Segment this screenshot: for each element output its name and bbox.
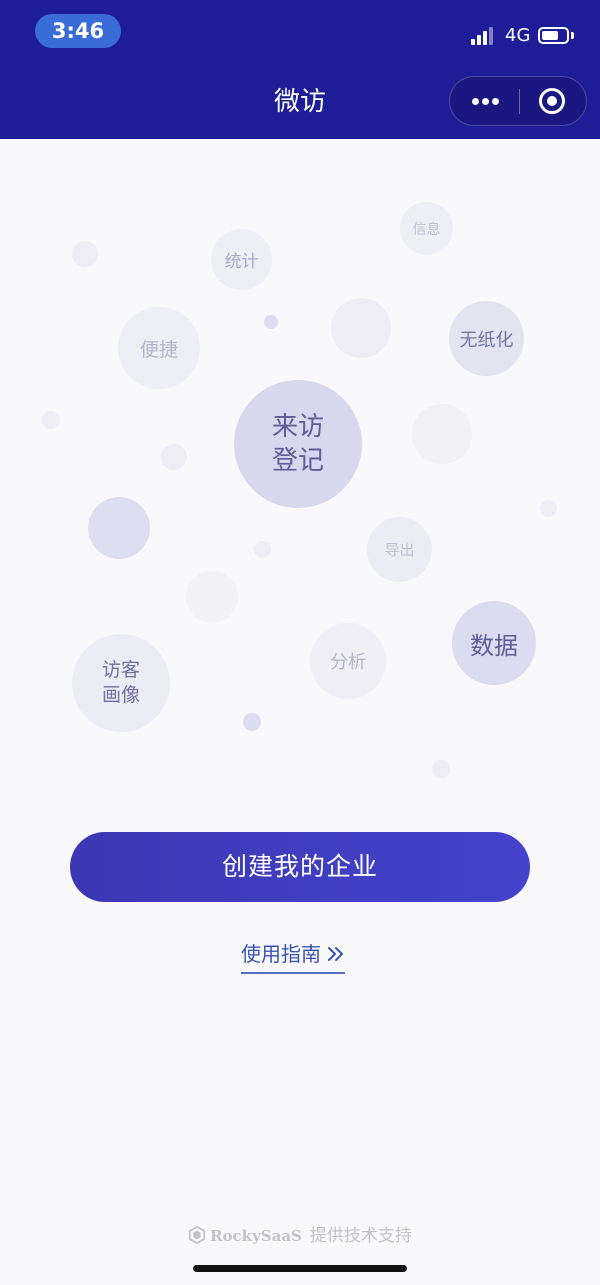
decor-bubble bbox=[72, 241, 98, 267]
double-chevron-right-icon bbox=[327, 940, 345, 968]
decor-bubble bbox=[432, 760, 450, 778]
footer-text: 提供技术支持 bbox=[309, 1226, 412, 1246]
decor-bubble bbox=[331, 298, 391, 358]
user-guide-link[interactable]: 使用指南 bbox=[241, 940, 345, 974]
bubble-convenient: 便捷 bbox=[118, 307, 200, 389]
decor-bubble bbox=[186, 571, 238, 623]
navigation-bar: 3:46 4G 微访 bbox=[0, 0, 600, 139]
screen: 3:46 4G 微访 信息 统计 便捷 无纸化 来访 登记 导出 数据 分析 访… bbox=[0, 0, 600, 1285]
rockysaas-logo-icon bbox=[188, 1226, 206, 1244]
close-target-icon[interactable] bbox=[520, 77, 586, 125]
status-time: 3:46 bbox=[35, 14, 121, 48]
mini-program-capsule bbox=[449, 76, 587, 126]
decor-bubble bbox=[264, 315, 278, 329]
decor-bubble bbox=[254, 541, 271, 558]
bubble-paperless: 无纸化 bbox=[449, 301, 524, 376]
bubble-data: 数据 bbox=[452, 601, 536, 685]
bubble-export: 导出 bbox=[367, 517, 432, 582]
battery-icon bbox=[538, 27, 569, 44]
create-enterprise-button[interactable]: 创建我的企业 bbox=[70, 832, 530, 902]
home-indicator bbox=[193, 1265, 407, 1272]
more-dots-icon[interactable] bbox=[450, 77, 520, 125]
signal-icon bbox=[471, 27, 497, 45]
decor-bubble bbox=[42, 411, 60, 429]
bubble-analysis: 分析 bbox=[310, 623, 386, 699]
battery-tip bbox=[571, 32, 574, 39]
network-type: 4G bbox=[505, 25, 531, 46]
decor-bubble bbox=[243, 713, 261, 731]
decor-bubble bbox=[161, 444, 187, 470]
bubble-information: 信息 bbox=[400, 202, 453, 255]
bubble-statistics: 统计 bbox=[211, 229, 272, 290]
decor-bubble bbox=[540, 500, 557, 517]
bubble-visitor-profile: 访客 画像 bbox=[72, 634, 170, 732]
bubble-visitor-registration: 来访 登记 bbox=[234, 380, 362, 508]
footer-brand: RockySaaS bbox=[210, 1227, 302, 1245]
footer-credit: RockySaaS 提供技术支持 bbox=[0, 1223, 600, 1249]
decor-bubble bbox=[88, 497, 150, 559]
decor-bubble bbox=[412, 404, 472, 464]
user-guide-label: 使用指南 bbox=[241, 942, 321, 966]
